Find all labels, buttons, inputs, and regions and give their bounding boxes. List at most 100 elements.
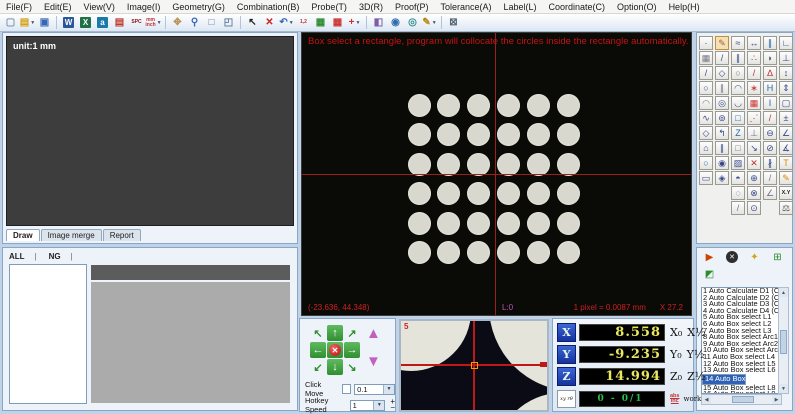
palette-target-icon[interactable]: ◉ xyxy=(715,156,729,170)
palette-dim-width-icon[interactable]: ↔ xyxy=(747,36,761,50)
palette-rounded-rect-icon[interactable]: ▢ xyxy=(779,96,793,110)
toolbar-new-file-button[interactable]: ▢ xyxy=(2,15,19,30)
draw-canvas[interactable]: unit:1 mm xyxy=(6,36,294,226)
menu-item-probe-t[interactable]: Probe(T) xyxy=(305,2,353,12)
palette-cone-icon[interactable]: ◗ xyxy=(763,51,777,65)
program-lamp-icon[interactable]: ✦ xyxy=(748,251,761,264)
palette-dim-vertical-icon[interactable]: ↕ xyxy=(779,66,793,80)
palette-double-bar-icon[interactable]: ∥ xyxy=(763,36,777,50)
tab-image-merge[interactable]: Image merge xyxy=(41,229,102,241)
palette-dashed-box-icon[interactable]: □ xyxy=(731,111,745,125)
palette-construct-points-icon[interactable]: ⋰ xyxy=(747,111,761,125)
palette-small-box-icon[interactable]: □ xyxy=(731,141,745,155)
palette-angle-icon[interactable]: ∠ xyxy=(779,126,793,140)
scroll-right-button[interactable]: ▶ xyxy=(772,395,781,404)
palette-line-icon[interactable]: / xyxy=(699,66,713,80)
program-run-step-icon[interactable]: ◩ xyxy=(703,268,716,281)
palette-gear-circle-icon[interactable]: ◎ xyxy=(715,96,729,110)
toolbar-unit-mm-inch-button[interactable]: mminch▼ xyxy=(145,15,162,30)
toolbar-image-tool-button[interactable]: ◧ xyxy=(370,15,387,30)
palette-angle-cone-icon[interactable]: ∆ xyxy=(763,66,777,80)
move-right-button[interactable]: → xyxy=(344,342,360,358)
palette-step-dim-icon[interactable]: ⇕ xyxy=(779,81,793,95)
move-left-button[interactable]: ← xyxy=(310,342,326,358)
menu-item-tolerance-a[interactable]: Tolerance(A) xyxy=(434,2,497,12)
palette-dot-circle-icon[interactable]: ⊙ xyxy=(747,201,761,215)
toolbar-script-edit-button[interactable]: ✎▼ xyxy=(421,15,438,30)
scroll-left-button[interactable]: ◀ xyxy=(702,395,711,404)
toolbar-box-select-button[interactable]: □ xyxy=(203,15,220,30)
program-run-program-icon[interactable]: ▶ xyxy=(703,251,716,264)
palette-slot-icon[interactable]: ▭ xyxy=(699,171,713,185)
palette-text-label-icon[interactable]: T xyxy=(779,156,793,170)
program-stop-icon[interactable]: ✕ xyxy=(726,251,738,263)
scroll-down-button[interactable]: ▼ xyxy=(779,384,788,393)
program-list-hscrollbar[interactable]: ◀ ▶ xyxy=(701,394,782,405)
toolbar-open-file-button[interactable]: ▤▼ xyxy=(19,15,36,30)
click-move-select[interactable]: 0.1 ▼ xyxy=(354,384,395,395)
menu-item-option-o[interactable]: Option(O) xyxy=(611,2,663,12)
palette-polygon-icon[interactable]: ⌂ xyxy=(699,141,713,155)
program-list-vscrollbar[interactable]: ▲ ▼ xyxy=(778,287,789,394)
toolbar-export-pdf-button[interactable]: ▤ xyxy=(111,15,128,30)
y-half-button[interactable]: Y½ xyxy=(687,348,705,361)
menu-item-3d-r[interactable]: 3D(R) xyxy=(353,2,389,12)
xy-polar-mode-button[interactable]: xy rθ xyxy=(557,390,576,408)
menu-item-view-v[interactable]: View(V) xyxy=(78,2,121,12)
toolbar-exit-box-button[interactable]: ⊠ xyxy=(445,15,462,30)
hscroll-thumb[interactable] xyxy=(732,396,754,403)
vscroll-thumb[interactable] xyxy=(780,330,787,354)
move-down-button[interactable]: ↓ xyxy=(327,359,343,375)
palette-i-beam-icon[interactable]: I xyxy=(763,96,777,110)
palette-dashed-circle-icon[interactable]: ◌ xyxy=(731,186,745,200)
palette-line-point-icon[interactable]: / xyxy=(715,51,729,65)
palette-diamond-box-icon[interactable]: ◈ xyxy=(715,171,729,185)
move-up-right-button[interactable]: ↗ xyxy=(344,325,360,341)
toolbar-globe-tools-button[interactable]: ◎ xyxy=(404,15,421,30)
palette-half-circle-icon[interactable]: ◓ xyxy=(731,171,745,185)
program-step[interactable]: 13 Auto Box select L6 xyxy=(702,367,781,374)
toolbar-zoom-region-button[interactable]: ◰ xyxy=(220,15,237,30)
toolbar-delete-button[interactable]: ✕ xyxy=(261,15,278,30)
palette-spline-icon[interactable]: ∿ xyxy=(699,111,713,125)
menu-item-help-h[interactable]: Help(H) xyxy=(663,2,706,12)
toolbar-export-a-button[interactable]: a xyxy=(94,15,111,30)
palette-plus-minus-icon[interactable]: ± xyxy=(779,111,793,125)
work-coordinate-button[interactable]: work xyxy=(683,395,701,403)
move-down-left-button[interactable]: ↙ xyxy=(310,359,326,375)
palette-point-icon[interactable]: · xyxy=(699,36,713,50)
palette-slash-point-icon[interactable]: / xyxy=(763,111,777,125)
palette-grid-icon[interactable]: ▦ xyxy=(699,51,713,65)
palette-edit-line-icon[interactable]: ✎ xyxy=(715,36,729,50)
zoom-window[interactable]: 5 xyxy=(399,319,549,412)
menu-item-coordinate-c[interactable]: Coordinate(C) xyxy=(543,2,612,12)
palette-perpendicular-icon[interactable]: ⊥ xyxy=(747,126,761,140)
palette-pin-circle-icon[interactable]: ⊗ xyxy=(747,186,761,200)
palette-point-mark-icon[interactable]: ∗ xyxy=(747,81,761,95)
menu-item-file-f[interactable]: File(F) xyxy=(0,2,38,12)
palette-arc-bottom-icon[interactable]: ◡ xyxy=(731,96,745,110)
palette-corner-angle-icon[interactable]: ∟ xyxy=(779,36,793,50)
palette-angle-measure-icon[interactable]: ∡ xyxy=(779,141,793,155)
palette-diamond-icon[interactable]: ◇ xyxy=(699,126,713,140)
z-half-button[interactable]: Z½ xyxy=(687,370,705,383)
abs-inc-toggle[interactable]: abs inc xyxy=(670,394,679,405)
palette-pencil-icon[interactable]: ✎ xyxy=(779,171,793,185)
camera-view[interactable]: Box select a rectangle, program will col… xyxy=(301,32,692,316)
palette-offset-line-icon[interactable]: ◇ xyxy=(715,66,729,80)
z-up-button[interactable]: ▲ xyxy=(366,327,381,341)
toolbar-pan-hand-button[interactable]: ✥ xyxy=(169,15,186,30)
palette-balance-icon[interactable]: ⚖ xyxy=(779,201,793,215)
palette-arc-icon[interactable]: ◠ xyxy=(699,96,713,110)
palette-ellipse-icon[interactable]: ○ xyxy=(699,156,713,170)
palette-small-slash-icon[interactable]: / xyxy=(731,201,745,215)
palette-three-points-icon[interactable]: ∴ xyxy=(747,51,761,65)
dropdown-arrow-icon[interactable]: ▼ xyxy=(30,20,35,26)
move-down-right-button[interactable]: ↘ xyxy=(344,359,360,375)
toolbar-grid-red-button[interactable]: ▦ xyxy=(329,15,346,30)
palette-circle-cross-icon[interactable]: ⊕ xyxy=(747,171,761,185)
palette-arc-top-icon[interactable]: ◠ xyxy=(731,81,745,95)
dropdown-arrow-icon[interactable]: ▼ xyxy=(383,385,394,394)
palette-not-parallel-icon[interactable]: ∦ xyxy=(763,156,777,170)
results-list[interactable] xyxy=(9,264,87,404)
